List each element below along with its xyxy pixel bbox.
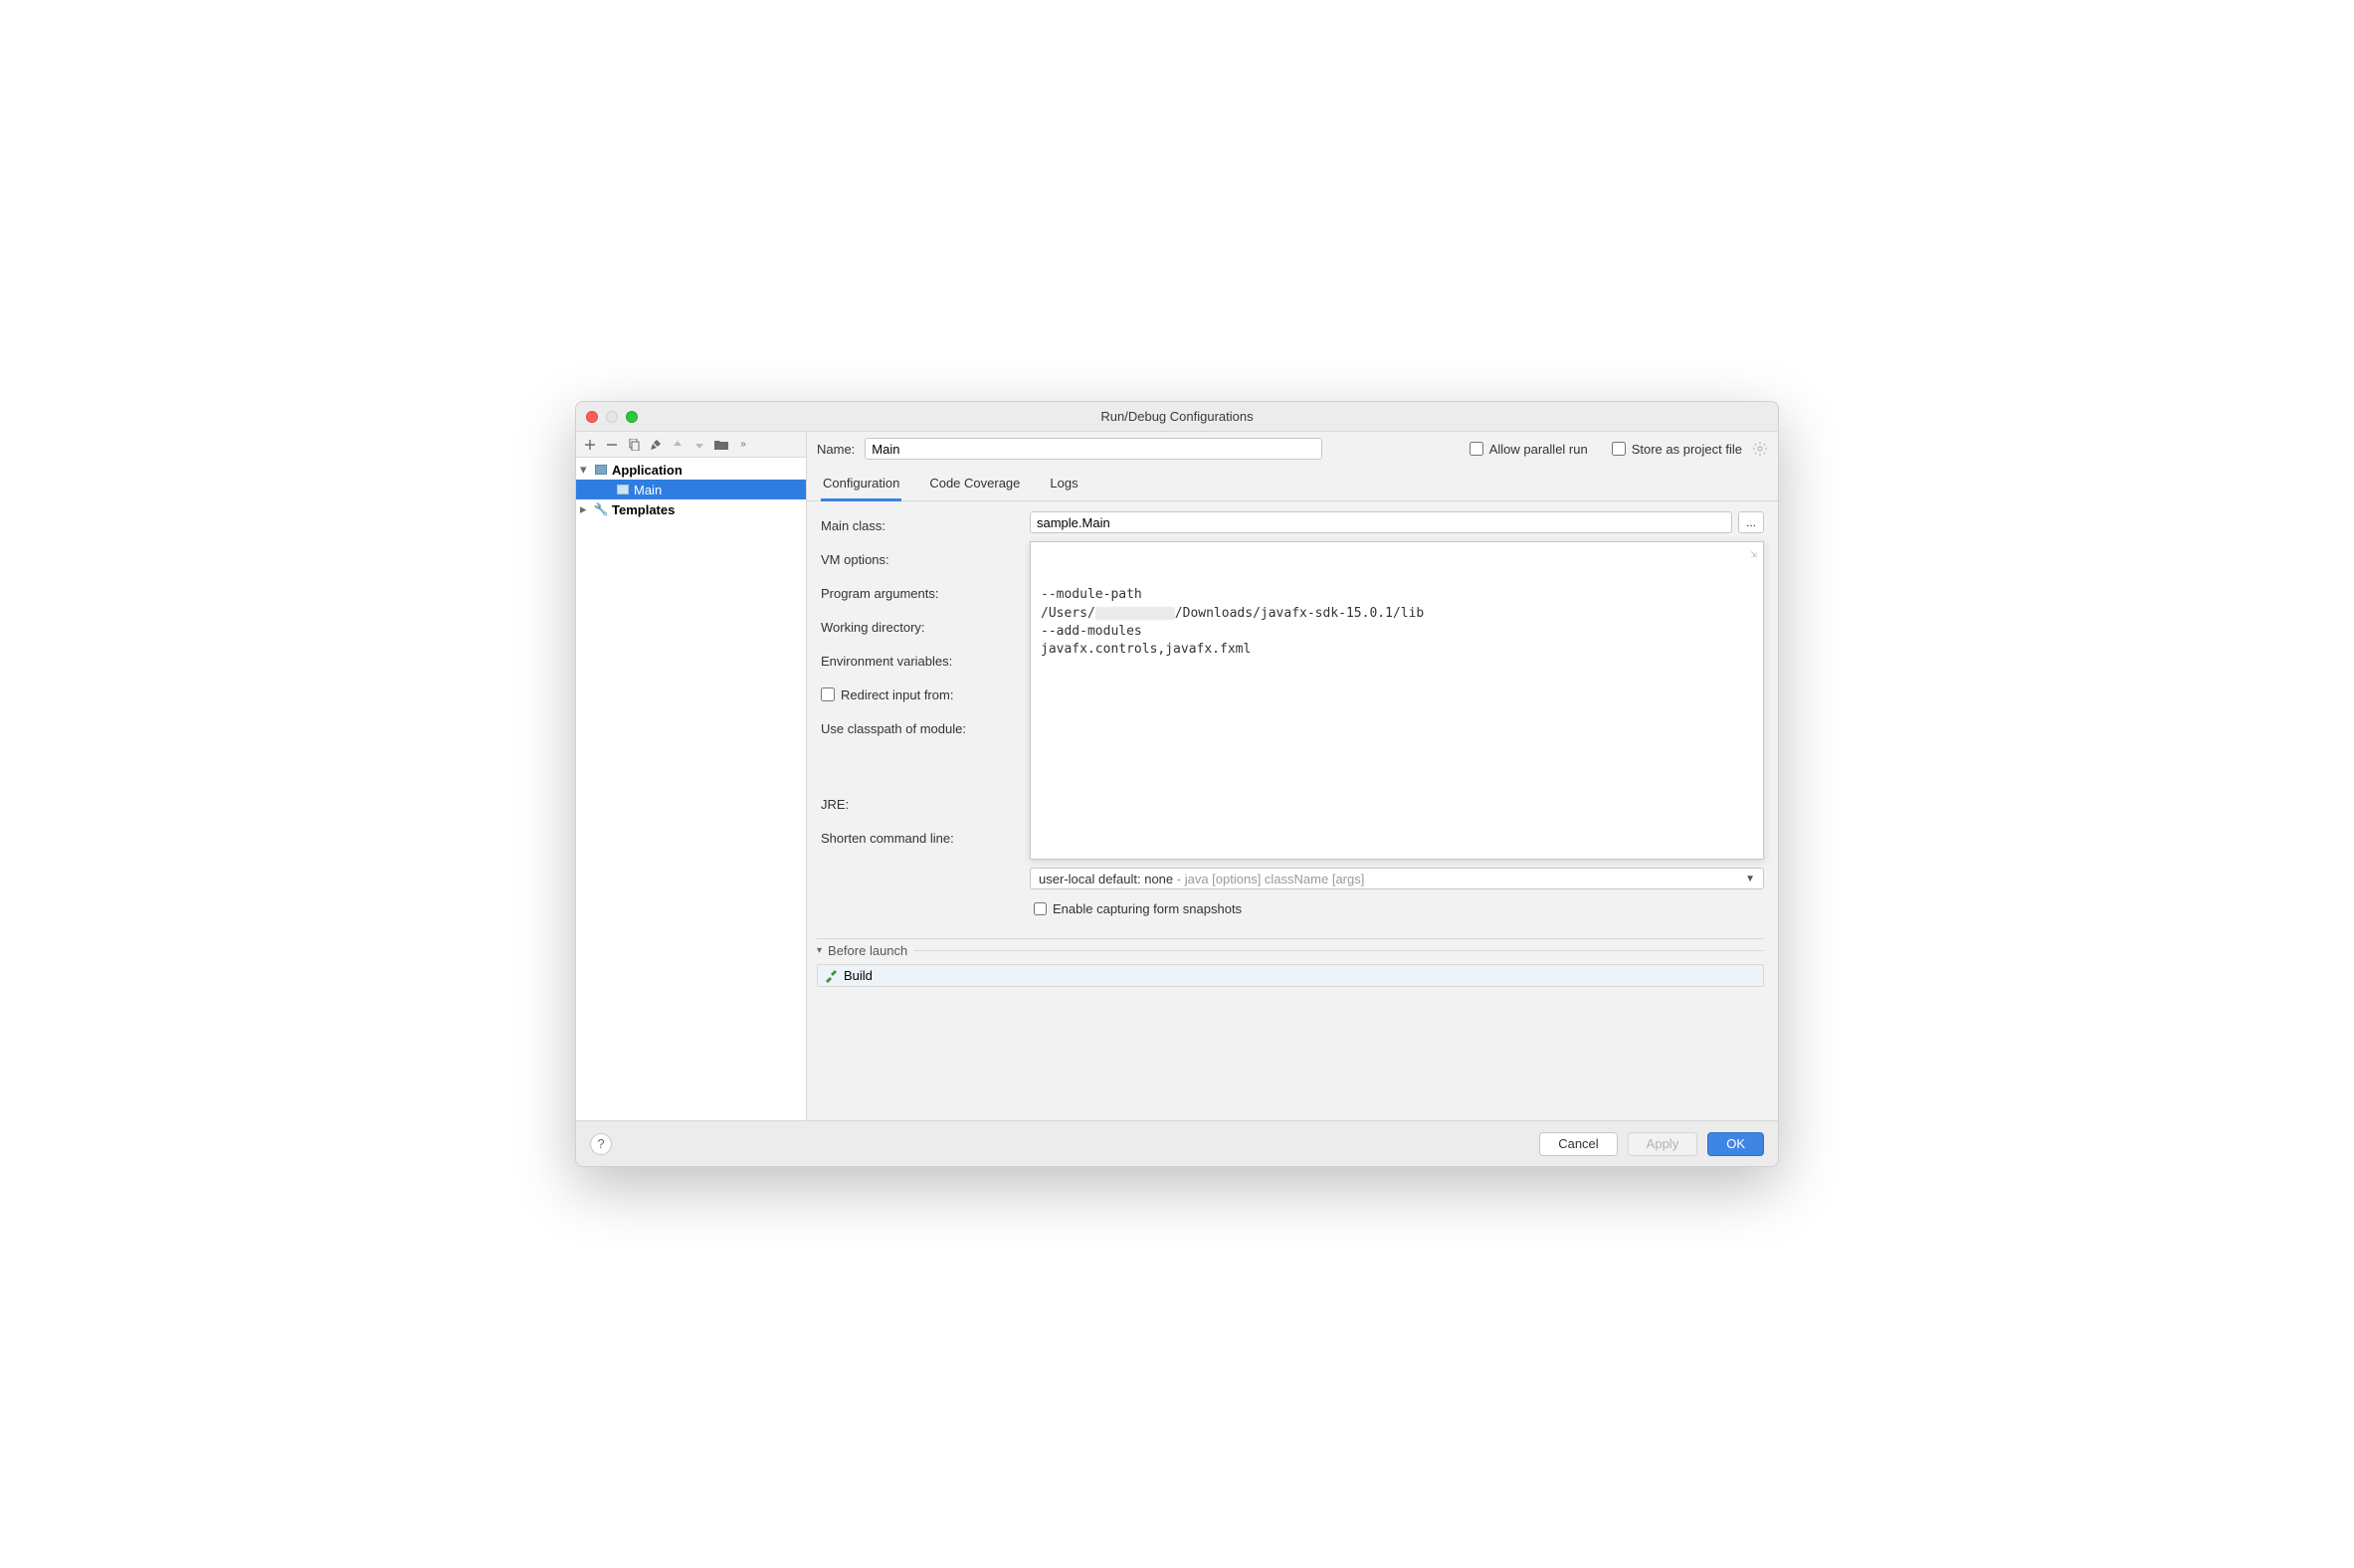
- configurations-panel: » ▾ Application Main ▸ 🔧 Templates: [576, 432, 807, 1120]
- vm-line-2-pre: /Users/: [1041, 606, 1095, 621]
- before-launch-section: ▾ Before launch Build: [817, 938, 1764, 987]
- shorten-command-line-select[interactable]: user-local default: none - java [options…: [1030, 868, 1764, 889]
- move-up-button[interactable]: [670, 437, 686, 453]
- add-configuration-button[interactable]: [582, 437, 598, 453]
- chevron-right-icon: ▸: [580, 501, 590, 517]
- tree-label-main: Main: [634, 483, 662, 497]
- help-button[interactable]: ?: [590, 1133, 612, 1155]
- before-launch-list: Build: [817, 964, 1764, 987]
- vm-line-1: --module-path: [1041, 587, 1142, 602]
- allow-parallel-run-checkbox[interactable]: Allow parallel run: [1470, 442, 1588, 457]
- remove-configuration-button[interactable]: [604, 437, 620, 453]
- folder-button[interactable]: [713, 437, 729, 453]
- shorten-command-line-label: Shorten command line:: [821, 828, 1020, 848]
- redirect-input-label: Redirect input from:: [841, 687, 953, 702]
- application-icon: [616, 483, 630, 496]
- dialog-footer: ? Cancel Apply OK: [576, 1120, 1778, 1166]
- apply-button[interactable]: Apply: [1628, 1132, 1698, 1156]
- enable-snapshots-input[interactable]: [1034, 902, 1047, 915]
- vm-line-4: javafx.controls,javafx.fxml: [1041, 642, 1251, 657]
- copy-configuration-button[interactable]: [626, 437, 642, 453]
- collapse-icon[interactable]: ⇲: [1750, 546, 1757, 561]
- configurations-toolbar: »: [576, 432, 806, 458]
- titlebar: Run/Debug Configurations: [576, 402, 1778, 432]
- tree-node-templates[interactable]: ▸ 🔧 Templates: [576, 499, 806, 519]
- allow-parallel-run-input[interactable]: [1470, 442, 1483, 456]
- vm-line-3: --add-modules: [1041, 624, 1142, 639]
- allow-parallel-run-label: Allow parallel run: [1489, 442, 1588, 457]
- enable-snapshots-checkbox[interactable]: Enable capturing form snapshots: [1030, 899, 1764, 916]
- ok-button[interactable]: OK: [1707, 1132, 1764, 1156]
- before-launch-header[interactable]: ▾ Before launch: [817, 938, 1764, 958]
- main-class-browse-button[interactable]: ...: [1738, 511, 1764, 533]
- shorten-hint-text: - java [options] className [args]: [1173, 872, 1364, 886]
- tree-node-main[interactable]: Main: [576, 480, 806, 499]
- enable-snapshots-label: Enable capturing form snapshots: [1053, 901, 1242, 916]
- before-launch-title: Before launch: [828, 943, 907, 958]
- store-as-project-file-checkbox[interactable]: Store as project file: [1612, 442, 1742, 457]
- tab-logs[interactable]: Logs: [1048, 472, 1079, 500]
- environment-variables-label: Environment variables:: [821, 651, 1020, 671]
- main-class-input[interactable]: [1030, 511, 1732, 533]
- vm-options-expanded-editor[interactable]: ⇲ --module-path /Users/ /Downloads/javafx…: [1030, 541, 1764, 860]
- hammer-icon: [824, 969, 838, 983]
- wrench-icon: 🔧: [594, 502, 608, 516]
- classpath-module-label: Use classpath of module:: [821, 718, 1020, 738]
- configuration-name-input[interactable]: [865, 438, 1322, 460]
- store-as-project-file-label: Store as project file: [1632, 442, 1742, 457]
- configurations-tree[interactable]: ▾ Application Main ▸ 🔧 Templates: [576, 458, 806, 1120]
- redacted-username: [1095, 607, 1175, 620]
- tree-label-application: Application: [612, 463, 683, 478]
- header-row: Name: Allow parallel run Store as projec…: [807, 432, 1778, 466]
- program-arguments-label: Program arguments:: [821, 583, 1020, 603]
- shorten-select-value: user-local default: none - java [options…: [1039, 872, 1364, 886]
- tab-configuration[interactable]: Configuration: [821, 472, 901, 501]
- toolbar-overflow-button[interactable]: »: [735, 437, 751, 453]
- shorten-value-text: user-local default: none: [1039, 872, 1173, 886]
- window-title: Run/Debug Configurations: [576, 409, 1778, 424]
- tree-node-application[interactable]: ▾ Application: [576, 460, 806, 480]
- edit-templates-button[interactable]: [648, 437, 664, 453]
- before-launch-item-label: Build: [844, 968, 873, 983]
- name-label: Name:: [817, 442, 855, 457]
- configuration-editor: Name: Allow parallel run Store as projec…: [807, 432, 1778, 1120]
- chevron-down-icon: ▾: [817, 945, 822, 956]
- cancel-button[interactable]: Cancel: [1539, 1132, 1617, 1156]
- redirect-input-input[interactable]: [821, 687, 835, 701]
- redirect-input-row: Redirect input from:: [821, 685, 1020, 704]
- footer-buttons: Cancel Apply OK: [1539, 1132, 1764, 1156]
- vm-line-2-post: /Downloads/javafx-sdk-15.0.1/lib: [1175, 606, 1424, 621]
- configuration-form: Main class: VM options: Program argument…: [807, 501, 1778, 924]
- redirect-input-checkbox[interactable]: Redirect input from:: [821, 687, 953, 702]
- vm-options-label: VM options:: [821, 549, 1020, 569]
- gear-icon[interactable]: [1752, 441, 1768, 457]
- tree-label-templates: Templates: [612, 502, 675, 517]
- chevron-down-icon: ▼: [1745, 874, 1755, 884]
- dialog-body: » ▾ Application Main ▸ 🔧 Templates: [576, 432, 1778, 1120]
- working-directory-label: Working directory:: [821, 617, 1020, 637]
- tab-code-coverage[interactable]: Code Coverage: [927, 472, 1022, 500]
- form-labels: Main class: VM options: Program argument…: [821, 511, 1020, 916]
- before-launch-item-build[interactable]: Build: [818, 965, 1763, 986]
- run-debug-configurations-window: Run/Debug Configurations: [575, 401, 1779, 1167]
- chevron-down-icon: ▾: [580, 462, 590, 478]
- main-class-label: Main class:: [821, 515, 1020, 535]
- tabs: Configuration Code Coverage Logs: [807, 466, 1778, 501]
- move-down-button[interactable]: [691, 437, 707, 453]
- application-icon: [594, 463, 608, 477]
- jre-label: JRE:: [821, 794, 1020, 814]
- store-as-project-file-input[interactable]: [1612, 442, 1626, 456]
